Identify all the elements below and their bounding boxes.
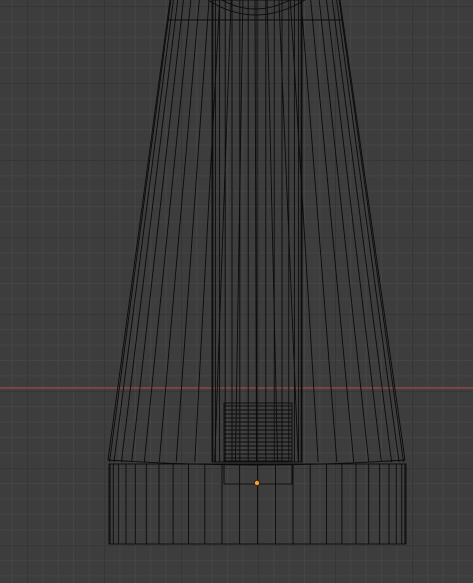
body-edge xyxy=(109,0,172,463)
body-edge xyxy=(113,0,174,463)
body-edge xyxy=(326,0,382,463)
body-edge xyxy=(338,0,404,463)
body-edge xyxy=(131,0,184,463)
wireframe-mesh[interactable] xyxy=(0,0,473,583)
body-edge xyxy=(254,0,257,463)
body-edge xyxy=(175,0,210,463)
body-edge xyxy=(158,0,200,463)
body-edge xyxy=(336,0,400,463)
body-edge xyxy=(120,0,179,463)
outer-right-edge xyxy=(339,0,406,461)
body-edge xyxy=(266,0,279,463)
body-edge xyxy=(331,0,393,463)
outer-left-edge xyxy=(107,0,171,461)
3d-viewport[interactable] xyxy=(0,0,473,583)
origin-dot[interactable] xyxy=(253,479,260,486)
body-edge xyxy=(194,0,221,463)
body-edge xyxy=(234,0,244,463)
body-edge xyxy=(318,0,370,463)
body-edge xyxy=(300,0,338,463)
mesh-edges xyxy=(107,0,407,545)
body-edge xyxy=(143,0,192,463)
body-edge xyxy=(214,0,232,463)
body-edge xyxy=(310,0,355,463)
